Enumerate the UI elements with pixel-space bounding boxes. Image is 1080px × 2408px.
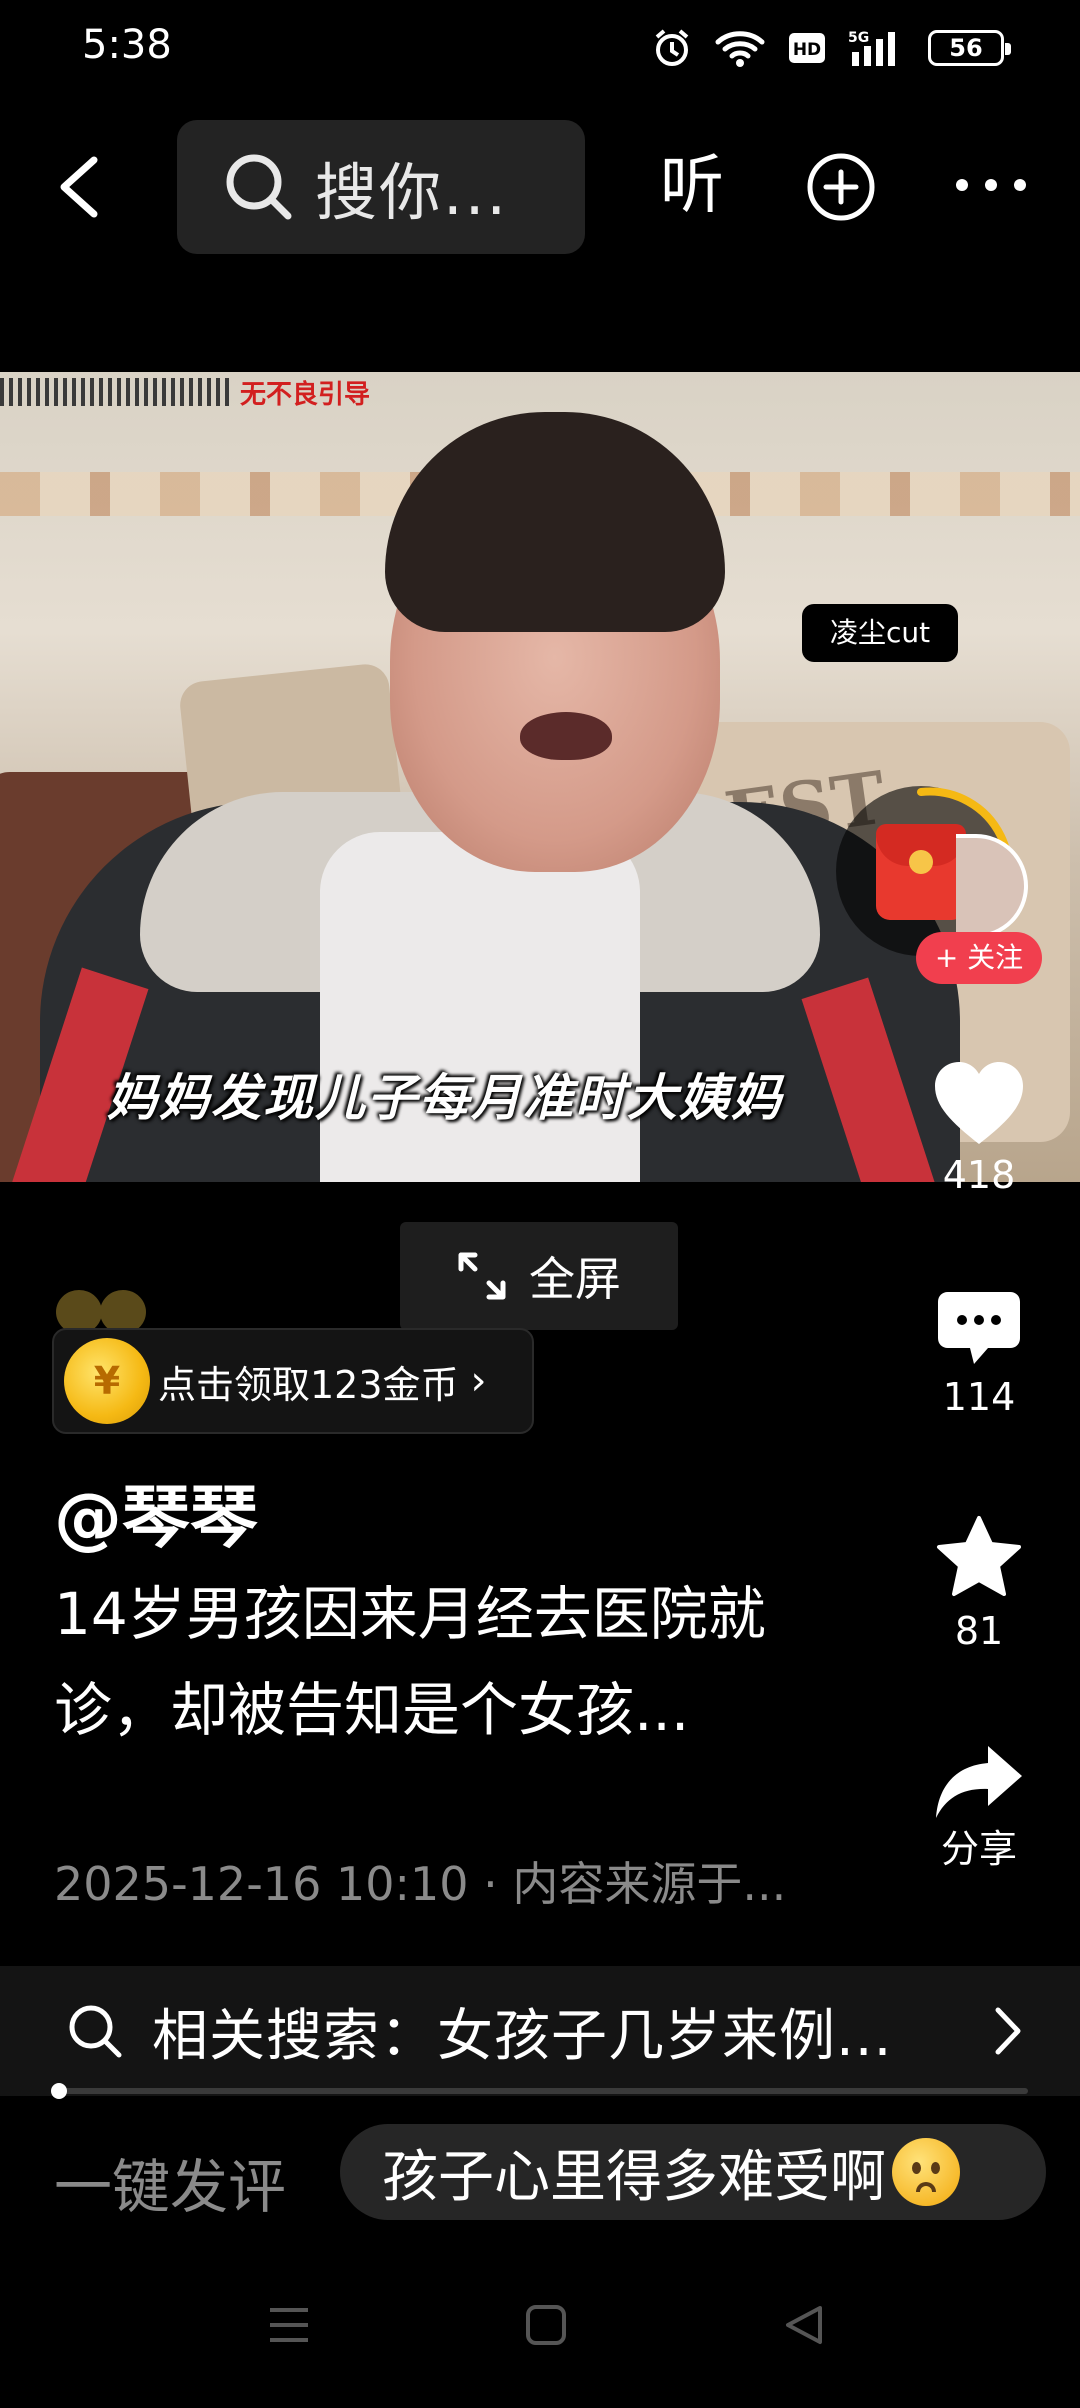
worried-face-icon [892, 2138, 960, 2206]
fullscreen-label: 全屏 [529, 1252, 621, 1306]
share-label: 分享 [940, 1827, 1017, 1871]
favorite-button[interactable]: 81 [914, 1514, 1044, 1654]
search-input[interactable]: 搜你... [177, 120, 585, 254]
channel-badge: 凌尘cut [802, 604, 959, 662]
status-time: 5:38 [82, 22, 172, 68]
video-progress-handle[interactable] [50, 2083, 67, 2099]
top-bar: 搜你... 听 [0, 118, 1080, 256]
post-meta: 2025-12-16 10:10 · 内容来源于... [54, 1857, 787, 1911]
battery-icon: 56 [928, 30, 1011, 66]
5g-signal-icon: 5G [848, 30, 895, 66]
claim-coins-label: 点击领取123金币 [158, 1362, 459, 1407]
fullscreen-icon [458, 1252, 506, 1300]
share-arrow-icon [936, 1746, 1022, 1818]
fullscreen-button[interactable]: 全屏 [400, 1222, 678, 1330]
watermark-text: 无不良引导 [240, 379, 371, 410]
comment-button[interactable]: 114 [914, 1288, 1044, 1420]
person-mouth [520, 712, 612, 760]
search-icon [226, 154, 292, 220]
add-circle-icon[interactable] [806, 152, 876, 222]
red-envelope-icon [876, 824, 966, 920]
favorite-count: 81 [954, 1609, 1004, 1653]
menu-icon[interactable] [266, 2302, 312, 2348]
related-search-label: 相关搜索：女孩子几岁来例... [152, 2003, 893, 2069]
back-triangle-icon[interactable] [782, 2302, 826, 2348]
watermark-bars [0, 378, 230, 406]
comment-icon [938, 1292, 1020, 1364]
comment-count: 114 [942, 1375, 1016, 1419]
like-count: 418 [942, 1153, 1016, 1197]
hd-icon: HD [789, 33, 825, 63]
svg-text:5G: 5G [848, 30, 869, 46]
quick-comment-suggestion[interactable]: 孩子心里得多难受啊 [340, 2124, 1046, 2220]
listen-button[interactable]: 听 [660, 150, 724, 222]
share-button[interactable]: 分享 [914, 1742, 1044, 1872]
chevron-right-icon [995, 2007, 1021, 2055]
svg-text:HD: HD [793, 40, 821, 60]
person-hair [385, 412, 725, 632]
back-icon[interactable] [50, 154, 110, 220]
quick-comment-label: 一键发评 [54, 2153, 287, 2221]
status-bar: 5:38 HD 5G 56 [0, 0, 1080, 96]
related-search-bar[interactable]: 相关搜索：女孩子几岁来例... [0, 1966, 1080, 2096]
chevron-right-icon: › [470, 1358, 487, 1404]
search-placeholder: 搜你... [315, 156, 509, 229]
follow-button[interactable]: + 关注 [916, 932, 1042, 984]
star-icon [937, 1516, 1021, 1596]
status-icons: HD 5G 56 [652, 22, 1011, 74]
more-icon[interactable] [954, 170, 1028, 200]
post-caption[interactable]: 14岁男孩因来月经去医院就诊，却被告知是个女孩... [54, 1566, 814, 1758]
heart-icon [935, 1062, 1023, 1144]
like-button[interactable]: 418 [914, 1058, 1044, 1198]
claim-coins-button[interactable]: ¥ 点击领取123金币 › [52, 1328, 534, 1434]
search-icon [69, 2005, 122, 2058]
wifi-icon [715, 31, 765, 67]
quick-comment-text: 孩子心里得多难受啊 [382, 2144, 886, 2210]
author-name[interactable]: @琴琴 [54, 1462, 258, 1561]
gold-coin-icon: ¥ [64, 1338, 150, 1424]
system-nav-bar [0, 2290, 1080, 2380]
video-watermark: 无不良引导 [0, 372, 370, 412]
home-icon[interactable] [524, 2302, 568, 2348]
alarm-icon [655, 29, 689, 66]
video-progress-bar[interactable] [50, 2083, 1028, 2099]
